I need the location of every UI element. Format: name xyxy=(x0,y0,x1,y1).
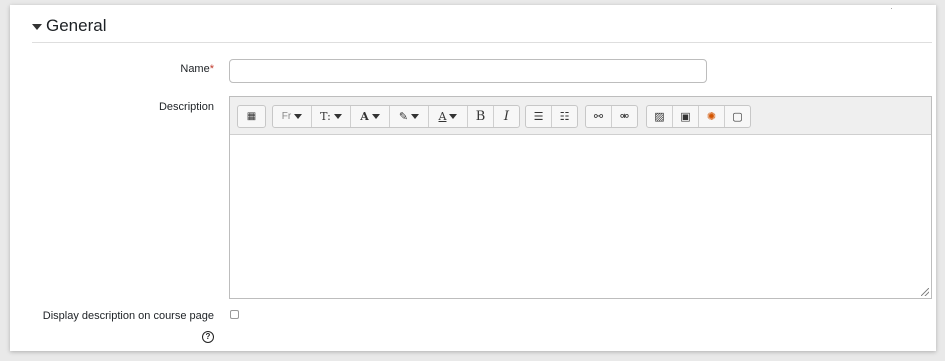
chevron-down-icon xyxy=(371,114,380,119)
ordered-list-icon: ☷ xyxy=(559,111,570,123)
show-more-icon: ▦ xyxy=(246,111,257,122)
chevron-down-icon xyxy=(411,114,420,119)
italic-button[interactable]: I xyxy=(494,106,519,127)
display-description-label: Display description on course page xyxy=(42,310,214,322)
font-size-button[interactable]: T: xyxy=(312,106,351,127)
image-icon: ▨ xyxy=(654,111,665,123)
unlink-icon: ⚮ xyxy=(619,111,630,123)
media-icon: ▣ xyxy=(680,111,691,123)
unordered-list-icon: ☰ xyxy=(533,111,544,123)
description-editor[interactable]: ▦ Fr T: A ✎ A B I ☰ ☷ ⚯ ⚮ ▨ ▣ ✺ ▢ xyxy=(229,96,932,299)
image-button[interactable]: ▨ xyxy=(647,106,673,127)
bold-icon: B xyxy=(475,109,486,124)
show-more-button[interactable]: ▦ xyxy=(238,106,265,127)
toolbar-group-links: ⚯ ⚮ xyxy=(585,105,638,128)
style-icon: A xyxy=(438,110,447,123)
chevron-down-icon xyxy=(294,114,303,119)
media-button[interactable]: ▣ xyxy=(673,106,699,127)
background-color-button[interactable]: ✎ xyxy=(390,106,429,127)
italic-icon: I xyxy=(503,109,510,124)
required-icon: * xyxy=(209,63,214,75)
name-input[interactable] xyxy=(229,59,707,83)
caret-down-icon xyxy=(32,24,42,30)
style-button[interactable]: A xyxy=(429,106,468,127)
section-title: General xyxy=(46,16,107,35)
background-color-icon: ✎ xyxy=(398,111,409,123)
unordered-list-button[interactable]: ☰ xyxy=(526,106,552,127)
toolbar-group-more: ▦ xyxy=(237,105,266,128)
section-header: General xyxy=(32,16,932,43)
display-description-checkbox[interactable] xyxy=(230,310,239,319)
link-icon: ⚯ xyxy=(593,111,604,123)
font-color-button[interactable]: A xyxy=(351,106,390,127)
font-family-button[interactable]: Fr xyxy=(273,106,312,127)
h5p-button[interactable]: ✺ xyxy=(699,106,725,127)
corner-dot-icon: · xyxy=(890,3,893,13)
toolbar-group-media: ▨ ▣ ✺ ▢ xyxy=(646,105,751,128)
editor-toolbar: ▦ Fr T: A ✎ A B I ☰ ☷ ⚯ ⚮ ▨ ▣ ✺ ▢ xyxy=(230,97,931,135)
chevron-down-icon xyxy=(333,114,342,119)
font-size-icon: T: xyxy=(320,110,331,123)
bold-button[interactable]: B xyxy=(468,106,494,127)
help-icon[interactable]: ? xyxy=(202,331,214,343)
section-toggle[interactable]: General xyxy=(32,16,106,36)
name-label: Name* xyxy=(180,63,214,75)
font-family-icon: Fr xyxy=(281,111,292,122)
font-color-icon: A xyxy=(360,110,369,123)
ordered-list-button[interactable]: ☷ xyxy=(552,106,577,127)
file-manager-icon: ▢ xyxy=(732,111,743,123)
toolbar-group-lists: ☰ ☷ xyxy=(525,105,578,128)
file-manager-button[interactable]: ▢ xyxy=(725,106,750,127)
resize-handle-icon[interactable] xyxy=(921,288,929,296)
h5p-icon: ✺ xyxy=(706,111,717,123)
chevron-down-icon xyxy=(449,114,458,119)
toolbar-group-style: Fr T: A ✎ A B I xyxy=(272,105,520,128)
link-button[interactable]: ⚯ xyxy=(586,106,612,127)
unlink-button[interactable]: ⚮ xyxy=(612,106,637,127)
description-label: Description xyxy=(158,101,214,113)
